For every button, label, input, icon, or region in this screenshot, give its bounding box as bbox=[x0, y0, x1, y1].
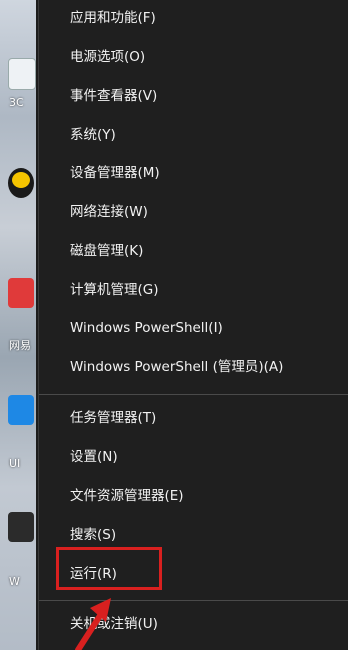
pointer-arrow-icon bbox=[75, 598, 111, 650]
